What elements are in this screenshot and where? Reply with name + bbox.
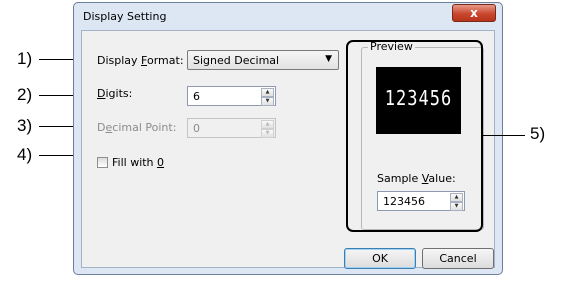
decimal-point-spinbox: 0 ▲ ▼ (187, 118, 276, 138)
display-format-select[interactable]: Signed Decimal ▼ (187, 50, 339, 70)
preview-highlight-frame (346, 40, 483, 232)
callout-4: 4) (17, 145, 33, 164)
spin-up-icon: ▲ (261, 120, 274, 129)
callout-2: 2) (17, 85, 33, 104)
callout-1: 1) (17, 49, 33, 68)
fill-with-zero-label: Fill with 0 (112, 156, 165, 169)
cancel-button[interactable]: Cancel (422, 248, 494, 269)
close-button[interactable]: x (452, 4, 496, 22)
callout-line-5 (483, 135, 525, 136)
display-format-label: Display Format: (97, 54, 184, 67)
digits-spinbox[interactable]: 6 ▲ ▼ (187, 86, 276, 106)
display-format-value: Signed Decimal (193, 54, 280, 67)
digits-value: 6 (193, 90, 200, 103)
spin-down-icon[interactable]: ▼ (261, 97, 274, 106)
callout-5: 5) (530, 124, 546, 143)
dialog-title: Display Setting (83, 10, 167, 23)
fill-with-zero-checkbox[interactable] (97, 157, 108, 168)
ok-button[interactable]: OK (344, 248, 416, 269)
title-bar: Display Setting x (74, 3, 502, 29)
decimal-point-value: 0 (193, 122, 200, 135)
digits-label: Digits: (97, 87, 133, 100)
close-icon: x (470, 6, 478, 20)
decimal-point-label: Decimal Point: (97, 121, 177, 134)
spin-down-icon: ▼ (261, 129, 274, 138)
chevron-down-icon: ▼ (325, 54, 332, 64)
spin-up-icon[interactable]: ▲ (261, 88, 274, 97)
callout-3: 3) (17, 116, 33, 135)
